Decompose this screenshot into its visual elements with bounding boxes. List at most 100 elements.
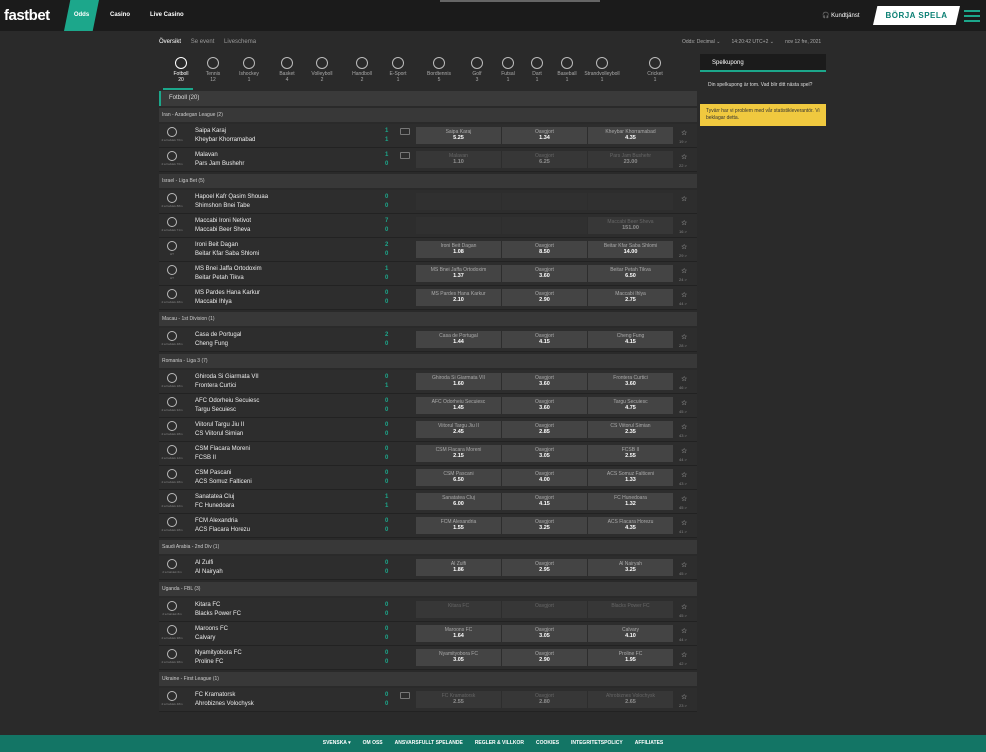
odds-button[interactable]: FC Kramatorsk 2.55 bbox=[416, 691, 501, 708]
odds-button[interactable]: Malavan 1.10 bbox=[416, 151, 501, 168]
footer-link[interactable]: AFFILIATES bbox=[635, 740, 664, 746]
home-team[interactable]: CSM Flacara Moreni bbox=[195, 446, 250, 452]
league-header[interactable]: Uganda - FBL (3) bbox=[159, 582, 697, 596]
favorite-star-icon[interactable]: ☆ bbox=[681, 399, 687, 407]
home-team[interactable]: Casa de Portugal bbox=[195, 332, 241, 338]
away-team[interactable]: ACS Flacara Horezu bbox=[195, 527, 250, 533]
hamburger-menu-icon[interactable] bbox=[964, 10, 980, 25]
odds-button[interactable]: Sanatatea Cluj 6.00 bbox=[416, 493, 501, 510]
odds-button[interactable]: Oavgjort 6.25 bbox=[502, 151, 587, 168]
more-markets-count[interactable]: 44 > bbox=[679, 301, 687, 306]
match-row[interactable]: 2:a halvlek 38m Nyamityobora FC Proline FC… bbox=[159, 646, 697, 670]
footer-link[interactable]: REGLER & VILLKOR bbox=[475, 740, 524, 746]
nav-live-casino[interactable]: Live Casino bbox=[150, 0, 184, 31]
sport-e-sport[interactable]: E-Sport 1 bbox=[380, 52, 416, 83]
home-team[interactable]: Viitorul Targu Jiu II bbox=[195, 422, 244, 428]
league-header[interactable]: Ukraine - First League (1) bbox=[159, 672, 697, 686]
away-team[interactable]: Kheybar Khorramabad bbox=[195, 137, 255, 143]
match-row[interactable]: HT MS Bnei Jaffa Ortodoxim Beitar Petah Ti… bbox=[159, 262, 697, 286]
betslip-tab[interactable]: Spelkupong bbox=[700, 54, 826, 72]
odds-button[interactable]: Cheng Fung 4.15 bbox=[588, 331, 673, 348]
match-row[interactable]: 2:a halvlek 28m FCM Alexandria ACS Flacara… bbox=[159, 514, 697, 538]
odds-chevron-icon[interactable]: ⌄ bbox=[716, 39, 720, 45]
odds-button[interactable]: Oavgjort bbox=[502, 601, 587, 618]
odds-button[interactable]: CSM Pascani 6.50 bbox=[416, 469, 501, 486]
odds-button[interactable]: Targu Secuiesc 4.75 bbox=[588, 397, 673, 414]
away-team[interactable]: Blacks Power FC bbox=[195, 611, 241, 617]
odds-button[interactable]: AFC Odorheiu Secuiesc 1.45 bbox=[416, 397, 501, 414]
match-row[interactable]: 2:a halvlek 28m CSM Pascani ACS Somuz Falt… bbox=[159, 466, 697, 490]
match-row[interactable]: 2:a halvlek 6m Al Zulfi Al Nairyah 0 0 Al Zul… bbox=[159, 556, 697, 580]
favorite-star-icon[interactable]: ☆ bbox=[681, 561, 687, 569]
odds-format-select[interactable]: Decimal bbox=[697, 39, 715, 45]
away-team[interactable]: Targu Secuiesc bbox=[195, 407, 236, 413]
odds-button[interactable]: Oavgjort 3.05 bbox=[502, 625, 587, 642]
home-team[interactable]: CSM Pascani bbox=[195, 470, 231, 476]
sport-tennis[interactable]: Tennis 12 bbox=[195, 52, 231, 83]
away-team[interactable]: Cheng Fung bbox=[195, 341, 228, 347]
match-row[interactable]: 2:a halvlek 22m Sanatatea Cluj FC Hunedoar… bbox=[159, 490, 697, 514]
away-team[interactable]: Maccabi Ihlya bbox=[195, 299, 232, 305]
match-row[interactable]: 2:a halvlek 71m Maccabi Ironi Netivot Macc… bbox=[159, 214, 697, 238]
more-markets-count[interactable]: 45 > bbox=[679, 571, 687, 576]
home-team[interactable]: FC Kramatorsk bbox=[195, 692, 235, 698]
odds-button[interactable]: Saipa Karaj 5.25 bbox=[416, 127, 501, 144]
away-team[interactable]: Ahrobiznes Volochysk bbox=[195, 701, 254, 707]
home-team[interactable]: Kitara FC bbox=[195, 602, 220, 608]
odds-button[interactable]: Oavgjort 3.60 bbox=[502, 397, 587, 414]
sport-volleyboll[interactable]: Volleyboll 2 bbox=[304, 52, 340, 83]
odds-button[interactable]: Proline FC 1.95 bbox=[588, 649, 673, 666]
odds-button[interactable]: Maroons FC 1.64 bbox=[416, 625, 501, 642]
away-team[interactable]: Pars Jam Bushehr bbox=[195, 161, 244, 167]
odds-button[interactable]: Ghiroda Si Giarmata VII 1.60 bbox=[416, 373, 501, 390]
match-row[interactable]: 2:a halvlek 88m Hapoel Kafr Qasim Shouaa S… bbox=[159, 190, 697, 214]
odds-button[interactable]: Maccabi Beer Sheva 151.00 bbox=[588, 217, 673, 234]
away-team[interactable]: ACS Somuz Falticeni bbox=[195, 479, 252, 485]
fastbet-logo[interactable]: fastbet bbox=[4, 7, 50, 24]
odds-button[interactable]: Beitar Petah Tikva 6.50 bbox=[588, 265, 673, 282]
away-team[interactable]: Proline FC bbox=[195, 659, 223, 665]
odds-button[interactable]: CSM Flacara Moreni 2.15 bbox=[416, 445, 501, 462]
match-row[interactable]: 2:a halvlek 48m Casa de Portugal Cheng Fun… bbox=[159, 328, 697, 352]
more-markets-count[interactable]: 45 > bbox=[679, 505, 687, 510]
match-row[interactable]: 2:a halvlek 18m Ghiroda Si Giarmata VII Fr… bbox=[159, 370, 697, 394]
more-markets-count[interactable]: 19 > bbox=[679, 139, 687, 144]
sport-handboll[interactable]: Handboll 2 bbox=[344, 52, 380, 83]
odds-button[interactable]: Oavgjort 4.00 bbox=[502, 469, 587, 486]
breadcrumb-se-event[interactable]: Se event bbox=[191, 39, 215, 45]
favorite-star-icon[interactable]: ☆ bbox=[681, 267, 687, 275]
odds-button[interactable]: Blacks Power FC bbox=[588, 601, 673, 618]
kundtjanst-link[interactable]: 🎧 Kundtjänst bbox=[822, 12, 860, 19]
favorite-star-icon[interactable]: ☆ bbox=[681, 627, 687, 635]
footer-link[interactable]: ANSVARSFULLT SPELANDE bbox=[395, 740, 463, 746]
home-team[interactable]: Maccabi Ironi Netivot bbox=[195, 218, 251, 224]
footer-link[interactable]: COOKIES bbox=[536, 740, 559, 746]
breadcrumb-liveschema[interactable]: Liveschema bbox=[224, 39, 256, 45]
favorite-star-icon[interactable]: ☆ bbox=[681, 243, 687, 251]
more-markets-count[interactable]: 44 > bbox=[679, 637, 687, 642]
odds-button[interactable]: Oavgjort 3.60 bbox=[502, 265, 587, 282]
footer-link[interactable]: OM OSS bbox=[363, 740, 383, 746]
home-team[interactable]: MS Pardes Hana Karkur bbox=[195, 290, 260, 296]
odds-button[interactable]: FCSB II 2.55 bbox=[588, 445, 673, 462]
away-team[interactable]: Beitar Petah Tikva bbox=[195, 275, 244, 281]
odds-button[interactable]: ACS Somuz Falticeni 1.33 bbox=[588, 469, 673, 486]
odds-button[interactable]: Ahrobiznes Volochysk 2.65 bbox=[588, 691, 673, 708]
home-team[interactable]: FCM Alexandria bbox=[195, 518, 238, 524]
more-markets-count[interactable]: 24 > bbox=[679, 277, 687, 282]
odds-button[interactable]: Oavgjort 4.15 bbox=[502, 331, 587, 348]
away-team[interactable]: Frontera Curtici bbox=[195, 383, 236, 389]
live-stream-icon[interactable] bbox=[400, 692, 410, 699]
odds-button[interactable]: Viitorul Targu Jiu II 2.45 bbox=[416, 421, 501, 438]
home-team[interactable]: Ironi Beit Dagan bbox=[195, 242, 238, 248]
more-markets-count[interactable]: 46 > bbox=[679, 385, 687, 390]
league-header[interactable]: Iran - Azadegan League (2) bbox=[159, 108, 697, 122]
favorite-star-icon[interactable]: ☆ bbox=[681, 471, 687, 479]
odds-button[interactable]: CS Viitorul Simian 2.35 bbox=[588, 421, 673, 438]
favorite-star-icon[interactable]: ☆ bbox=[681, 333, 687, 341]
match-row[interactable]: 2:a halvlek 48m MS Pardes Hana Karkur Macc… bbox=[159, 286, 697, 310]
league-header[interactable]: Macau - 1st Division (1) bbox=[159, 312, 697, 326]
home-team[interactable]: Ghiroda Si Giarmata VII bbox=[195, 374, 259, 380]
sport-strandvolleyboll[interactable]: Strandvolleyboll 1 bbox=[584, 52, 620, 83]
odds-button[interactable]: Frontera Curtici 3.60 bbox=[588, 373, 673, 390]
